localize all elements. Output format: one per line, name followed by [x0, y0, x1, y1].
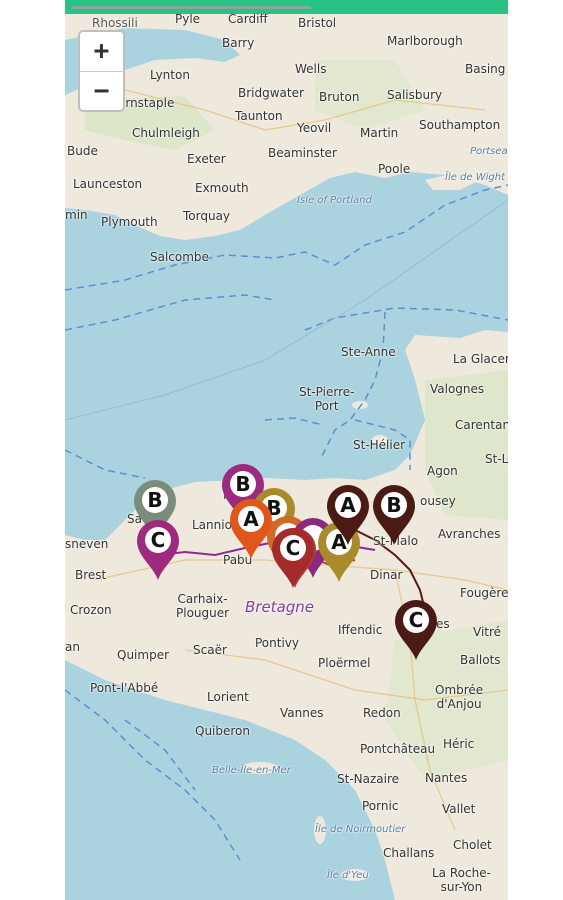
- place-label: Île de Noirmoutier: [315, 824, 406, 835]
- place-label: Scaër: [193, 643, 227, 657]
- place-label: Southampton: [419, 118, 501, 132]
- place-label: Salcombe: [150, 250, 209, 264]
- horizontal-scrollbar[interactable]: [71, 6, 311, 9]
- place-label: St-L: [485, 452, 508, 466]
- place-label: Challans: [383, 846, 435, 860]
- marker-label: B: [386, 493, 402, 517]
- place-label: Taunton: [235, 109, 283, 123]
- place-label: St-Pierre- Port: [299, 385, 355, 413]
- place-label: Launceston: [73, 177, 143, 191]
- map-marker[interactable]: A: [228, 497, 274, 561]
- place-label: min: [65, 208, 88, 222]
- place-label: Marlborough: [387, 34, 463, 48]
- place-label: La Glacer: [453, 352, 508, 366]
- map-marker[interactable]: C: [270, 526, 316, 590]
- place-label: Ploërmel: [318, 656, 371, 670]
- place-label: Torquay: [183, 209, 231, 223]
- place-label: Valognes: [430, 382, 485, 396]
- place-label: Ballots: [460, 653, 501, 667]
- map-marker[interactable]: B: [371, 483, 417, 547]
- place-label: Wells: [295, 62, 327, 76]
- place-label: Barry: [222, 36, 255, 50]
- place-label: Île de Wight: [445, 172, 506, 183]
- place-label: Bruton: [319, 90, 360, 104]
- place-label: Cholet: [453, 838, 492, 852]
- place-label: Dinar: [370, 568, 403, 582]
- place-label: Iffendic: [338, 623, 383, 637]
- place-label: arnstaple: [118, 96, 175, 110]
- region-label: Bretagne: [245, 598, 315, 616]
- marker-label: C: [150, 528, 166, 552]
- place-label: Quimper: [117, 648, 170, 662]
- place-label: Poole: [378, 162, 411, 176]
- place-label: Ombrée d'Anjou: [435, 683, 484, 711]
- place-label: Pornic: [362, 799, 399, 813]
- place-label: Exmouth: [195, 181, 249, 195]
- place-label: Lynton: [150, 68, 190, 82]
- place-label: Quiberon: [195, 724, 251, 738]
- place-label: an: [65, 640, 80, 654]
- marker-label: A: [243, 507, 259, 531]
- place-label: Carhaix- Plouguer: [176, 592, 230, 620]
- place-label: St-Hélier: [353, 438, 406, 452]
- place-label: Exeter: [187, 152, 226, 166]
- map-marker[interactable]: A: [325, 483, 371, 547]
- map-marker[interactable]: C: [393, 598, 439, 662]
- place-label: sneven: [65, 537, 109, 551]
- marker-label: C: [285, 536, 301, 560]
- place-label: Pyle: [175, 12, 201, 26]
- place-label: Isle of Portland: [297, 195, 372, 206]
- place-label: Bristol: [298, 16, 337, 30]
- place-label: Rhossili: [92, 16, 138, 30]
- place-label: Salisbury: [387, 88, 443, 102]
- place-label: Bude: [67, 144, 98, 158]
- place-label: Cardiff: [228, 12, 268, 26]
- place-label: Vannes: [280, 706, 324, 720]
- marker-label: C: [408, 608, 424, 632]
- zoom-in-button[interactable]: +: [80, 32, 123, 72]
- place-label: Beaminster: [268, 146, 337, 160]
- place-label: Chulmleigh: [132, 126, 200, 140]
- place-label: Agon: [427, 464, 458, 478]
- place-label: Avranches: [438, 527, 501, 541]
- place-label: Pontchâteau: [360, 742, 436, 756]
- place-label: Vitré: [473, 625, 502, 639]
- place-label: Redon: [363, 706, 401, 720]
- place-label: Vallet: [442, 802, 476, 816]
- place-label: Pontivy: [255, 636, 299, 650]
- place-label: Basing: [465, 62, 506, 76]
- marker-label: A: [340, 493, 356, 517]
- place-label: Île d'Yeu: [327, 870, 369, 881]
- place-label: Belle-Île-en-Mer: [212, 765, 291, 776]
- place-label: Brest: [75, 568, 107, 582]
- zoom-out-button[interactable]: −: [80, 72, 123, 111]
- place-label: Bridgwater: [238, 86, 304, 100]
- place-label: ousey: [420, 494, 456, 508]
- zoom-control: + −: [78, 30, 125, 112]
- place-label: Nantes: [425, 771, 468, 785]
- place-label: Héric: [443, 737, 475, 751]
- place-label: Carentan: [455, 418, 508, 432]
- place-label: Crozon: [70, 603, 112, 617]
- place-label: La Roche- sur-Yon: [432, 866, 491, 894]
- marker-label: B: [147, 488, 163, 512]
- place-label: Fougère: [460, 586, 508, 600]
- map-marker[interactable]: C: [135, 518, 181, 582]
- place-label: Martin: [360, 126, 399, 140]
- top-bar: [65, 0, 508, 14]
- map-view[interactable]: + − Rhossili Pyle Cardiff Bristol Barry …: [65, 0, 508, 900]
- place-label: Plymouth: [101, 215, 158, 229]
- place-label: Ste-Anne: [341, 345, 396, 359]
- place-label: Pont-l'Abbé: [90, 681, 159, 695]
- place-label: Yeovil: [297, 121, 332, 135]
- place-label: Portsea: [470, 146, 508, 157]
- place-label: St-Nazaire: [337, 772, 400, 786]
- place-label: Lorient: [207, 690, 249, 704]
